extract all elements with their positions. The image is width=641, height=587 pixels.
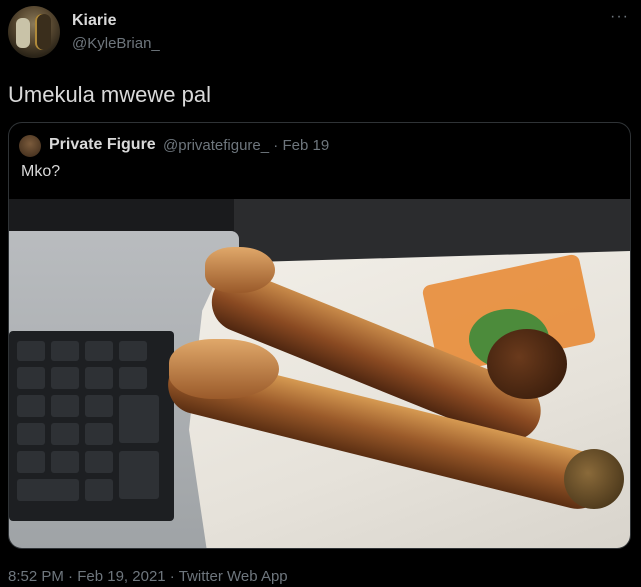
more-horizontal-icon[interactable]: ···: [610, 8, 629, 26]
tweet-date[interactable]: Feb 19, 2021: [77, 568, 165, 585]
laptop-screen-edge: [9, 199, 234, 235]
quoted-avatar[interactable]: [19, 135, 41, 157]
quoted-handle[interactable]: @privatefigure_: [163, 137, 269, 154]
hoof-lower-image: [169, 339, 279, 399]
tweet-time[interactable]: 8:52 PM: [8, 568, 64, 585]
quoted-separator: ·: [273, 137, 279, 154]
user-handle[interactable]: @KyleBrian_: [72, 35, 160, 52]
bone-end-lower-image: [564, 449, 624, 509]
footer-separator: ·: [68, 568, 74, 585]
hoof-upper-image: [205, 247, 275, 293]
tweet-header: Kiarie @KyleBrian_ ···: [8, 6, 633, 62]
bone-end-upper-image: [487, 329, 567, 399]
avatar[interactable]: [8, 6, 60, 58]
tweet-footer: 8:52 PM · Feb 19, 2021 · Twitter Web App: [8, 568, 288, 585]
tweet-source[interactable]: Twitter Web App: [179, 568, 288, 585]
keyboard-image: [9, 331, 174, 521]
quoted-meta: @privatefigure_ · Feb 19: [163, 137, 329, 154]
display-name[interactable]: Kiarie: [72, 12, 116, 30]
quoted-display-name[interactable]: Private Figure: [49, 136, 156, 154]
tweet-text: Umekula mwewe pal: [8, 82, 211, 107]
quoted-date[interactable]: Feb 19: [282, 137, 329, 154]
footer-separator: ·: [169, 568, 175, 585]
quoted-tweet[interactable]: Private Figure @privatefigure_ · Feb 19 …: [8, 122, 631, 549]
quoted-text: Mko?: [21, 163, 61, 180]
quoted-photo[interactable]: [9, 199, 630, 548]
